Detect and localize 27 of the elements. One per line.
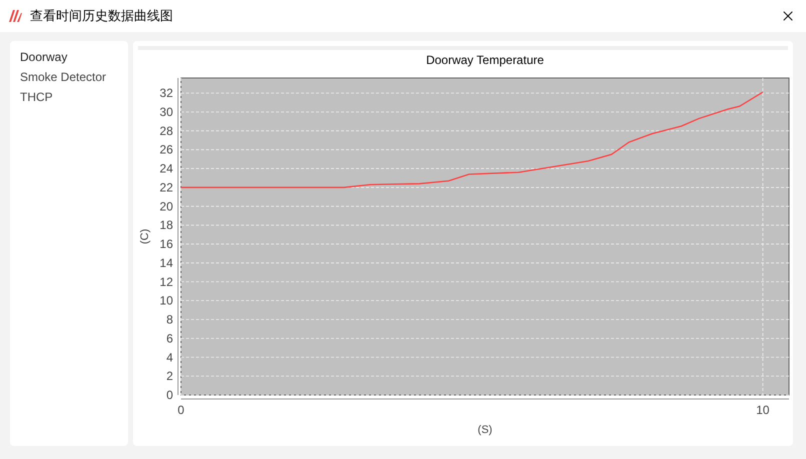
sidebar-item[interactable]: THCP: [20, 87, 118, 107]
y-tick-label: 18: [160, 218, 173, 232]
y-tick-label: 16: [160, 237, 173, 252]
y-tick-label: 14: [160, 256, 173, 270]
y-tick-label: 4: [166, 350, 173, 364]
y-tick-label: 8: [166, 312, 173, 327]
y-tick-label: 32: [160, 86, 173, 100]
x-tick-label: 0: [178, 403, 184, 417]
y-tick-label: 24: [160, 162, 173, 176]
y-tick-label: 22: [160, 180, 173, 194]
y-tick-label: 26: [160, 142, 173, 157]
y-tick-label: 2: [166, 369, 173, 384]
y-tick-label: 6: [166, 331, 173, 346]
logo-icon: [9, 10, 22, 22]
y-axis-label: (C): [139, 228, 151, 244]
y-tick-label: 28: [160, 124, 173, 138]
chart-title: Doorway Temperature: [426, 53, 544, 67]
x-tick-label: 10: [756, 403, 770, 417]
sidebar-item[interactable]: Doorway: [20, 47, 118, 67]
y-tick-label: 10: [160, 294, 173, 308]
sidebar-item[interactable]: Smoke Detector: [20, 67, 118, 87]
y-tick-label: 20: [160, 199, 173, 214]
x-axis-label: (S): [478, 424, 492, 436]
window-title: 查看时间历史数据曲线图: [30, 7, 173, 26]
y-tick-label: 12: [160, 274, 173, 289]
y-tick-label: 30: [160, 104, 173, 119]
y-tick-label: 0: [166, 388, 173, 402]
